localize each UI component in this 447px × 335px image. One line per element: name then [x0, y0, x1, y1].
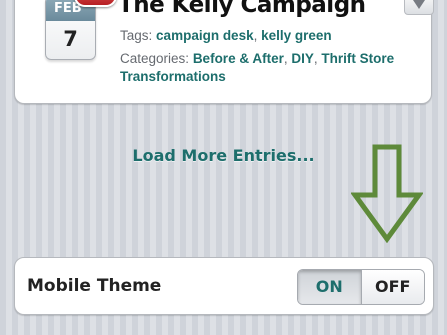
- theme-on-button[interactable]: ON: [298, 270, 362, 304]
- categories-label: Categories:: [120, 51, 190, 66]
- outline-down-arrow-icon: [351, 144, 423, 243]
- mobile-theme-label: Mobile Theme: [27, 276, 162, 296]
- expand-button[interactable]: [404, 0, 434, 15]
- tag-link[interactable]: kelly green: [261, 28, 332, 43]
- theme-off-button[interactable]: OFF: [361, 270, 424, 304]
- triangle-down-icon: [413, 0, 425, 9]
- tag-link[interactable]: campaign desk: [156, 28, 254, 43]
- tags-label: Tags:: [120, 28, 153, 43]
- date-badge: FEB 7: [45, 0, 96, 60]
- entry-categories: Categories: Before & After, DIY, Thrift …: [120, 51, 395, 84]
- date-day: 7: [63, 27, 78, 51]
- mobile-theme-bar: Mobile Theme ON OFF: [14, 257, 434, 315]
- category-link[interactable]: Before & After: [193, 51, 284, 66]
- entry-card: FEB 7 130 The Kelly Campaign Tags: campa…: [14, 0, 434, 104]
- entry-title[interactable]: The Kelly Campaign: [118, 0, 366, 18]
- category-link[interactable]: DIY: [291, 51, 314, 66]
- comment-count-badge[interactable]: 130: [74, 0, 118, 7]
- mobile-theme-toggle[interactable]: ON OFF: [297, 269, 425, 305]
- entry-tags: Tags: campaign desk, kelly green: [120, 28, 332, 43]
